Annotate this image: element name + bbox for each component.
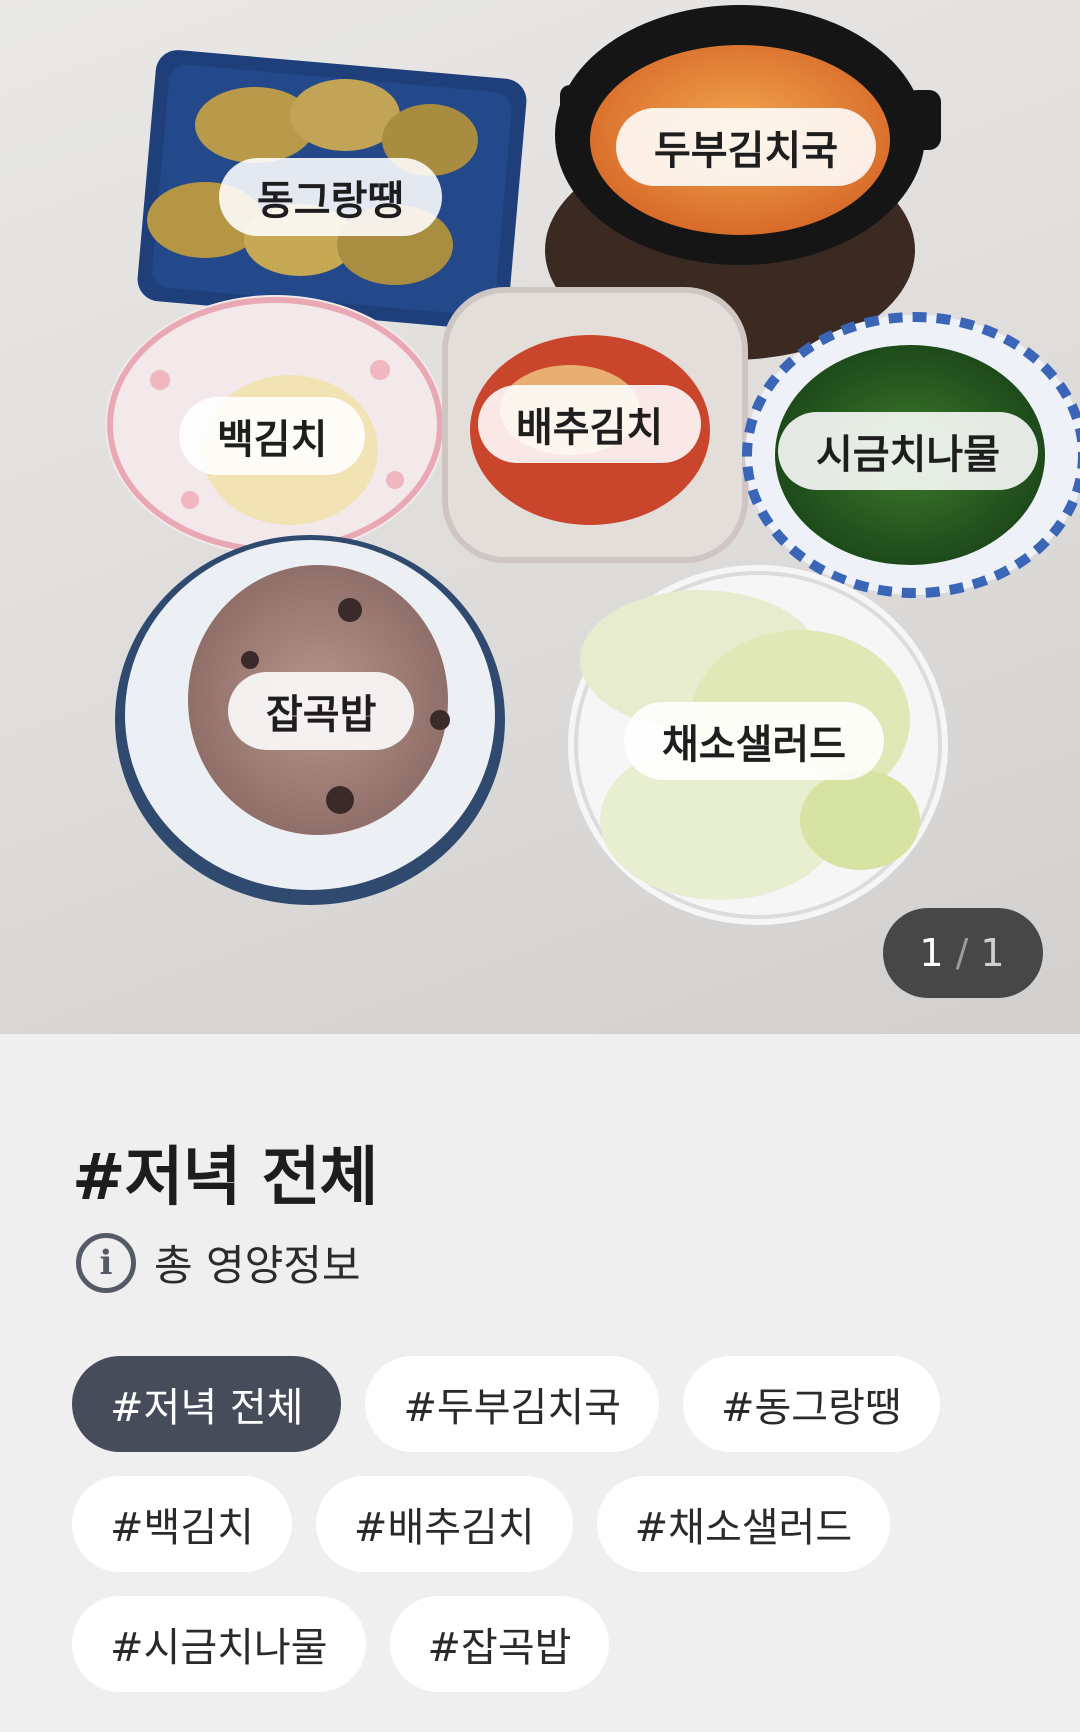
- total-nutrition-link[interactable]: i 총 영양정보: [76, 1232, 361, 1293]
- tag-baek-kimchi[interactable]: #백김치: [72, 1476, 292, 1572]
- tag-dinner-all[interactable]: #저녁 전체: [72, 1356, 342, 1452]
- tag-row: #백김치 #배추김치 #채소샐러드: [72, 1476, 1032, 1572]
- info-circle-icon: i: [76, 1232, 136, 1293]
- food-label-dubu-kimchi-guk[interactable]: 두부김치국: [616, 108, 876, 186]
- meal-photo-illustration: [105, 5, 1080, 925]
- food-tag-list: #저녁 전체 #두부김치국 #동그랑땡 #백김치 #배추김치 #채소샐러드 #시…: [72, 1356, 1032, 1716]
- tag-dubu-kimchi-guk[interactable]: #두부김치국: [365, 1356, 659, 1452]
- image-counter-current: 1: [919, 931, 946, 975]
- food-label-baechu-kimchi[interactable]: 배추김치: [478, 385, 702, 463]
- food-label-donggeurangttaeng[interactable]: 동그랑땡: [219, 158, 443, 236]
- image-counter: 1 / 1: [883, 908, 1043, 998]
- meal-info-section: #저녁 전체 i 총 영양정보 #저녁 전체 #두부김치국 #동그랑땡 #백김치…: [0, 1034, 1080, 1732]
- tag-baechu-kimchi[interactable]: #배추김치: [315, 1476, 573, 1572]
- tag-sigeumchi-namul[interactable]: #시금치나물: [72, 1596, 366, 1692]
- food-label-japgokbap[interactable]: 잡곡밥: [228, 672, 415, 750]
- tag-row: #저녁 전체 #두부김치국 #동그랑땡: [72, 1356, 1032, 1452]
- tag-chaeso-salad[interactable]: #채소샐러드: [596, 1476, 891, 1572]
- food-label-chaeso-salad[interactable]: 채소샐러드: [624, 702, 884, 780]
- tag-japgokbap[interactable]: #잡곡밥: [389, 1596, 610, 1692]
- food-label-sigeumchi-namul[interactable]: 시금치나물: [778, 412, 1038, 490]
- food-label-baek-kimchi[interactable]: 백김치: [179, 397, 366, 475]
- tag-donggeurangttaeng[interactable]: #동그랑땡: [682, 1356, 940, 1452]
- total-nutrition-label: 총 영양정보: [154, 1241, 361, 1290]
- image-counter-separator: /: [955, 931, 971, 975]
- meal-title: #저녁 전체: [72, 1141, 378, 1215]
- tag-row: #시금치나물 #잡곡밥: [72, 1596, 1032, 1692]
- meal-photo[interactable]: 동그랑땡 두부김치국 백김치 배추김치 시금치나물 잡곡밥 채소샐러드 1 / …: [0, 0, 1080, 1034]
- image-counter-total: 1: [980, 931, 1007, 975]
